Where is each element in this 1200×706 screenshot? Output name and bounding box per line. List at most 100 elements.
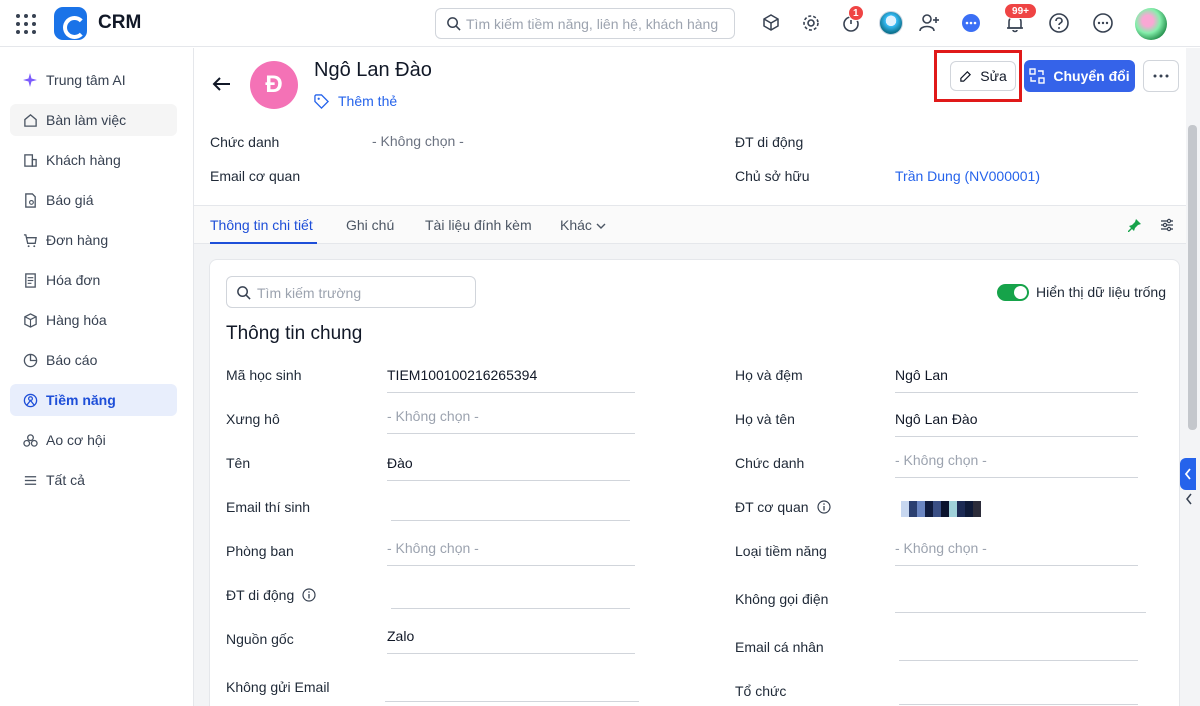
invoice-icon [22,272,38,288]
chevron-down-icon [596,223,606,229]
global-search[interactable] [435,8,735,39]
student-code-value: TIEM100100216265394 [387,367,538,383]
sidebar-item-opportunity-pool[interactable]: Ao cơ hội [10,424,177,456]
bell-badge: 99+ [1004,3,1037,19]
sidebar-item-customers[interactable]: Khách hàng [10,144,177,176]
chevron-left-icon [1186,493,1192,505]
show-empty-toggle[interactable] [997,284,1029,301]
add-tag-link[interactable]: Thêm thẻ [314,93,397,109]
field-label: ĐT di động [226,587,316,603]
field-value[interactable]: - Không chọn - [387,406,635,434]
info-icon[interactable] [816,500,831,514]
field-value[interactable]: Ngô Lan Đào [895,409,1138,437]
lead-name: Ngô Lan Đào [314,59,432,81]
more-apps-icon[interactable] [1091,11,1115,35]
field-label: Chức danh [735,455,805,471]
tab-attachments[interactable]: Tài liệu đính kèm [425,217,532,233]
summary-job-title-value[interactable]: - Không chọn - [372,133,464,149]
convert-button[interactable]: Chuyển đổi [1024,60,1135,92]
blurred-phone-number [901,501,981,517]
field-label-text: ĐT cơ quan [735,499,809,515]
search-icon [447,17,461,31]
sidebar-item-all[interactable]: Tất cả [10,464,177,496]
show-empty-label: Hiển thị dữ liệu trống [1036,284,1166,300]
back-arrow-icon[interactable] [210,72,234,96]
sidebar-item-quotes[interactable]: Báo giá [10,184,177,216]
info-icon[interactable] [302,588,316,602]
field-value[interactable] [899,633,1138,661]
convert-button-label: Chuyển đổi [1053,68,1130,84]
field-value[interactable]: Zalo [387,626,635,654]
field-value[interactable] [391,581,630,609]
field-label-text: ĐT di động [226,587,295,603]
sidebar: Trung tâm AI Bàn làm việc Khách hàng Báo… [0,48,194,706]
field-value[interactable]: Đào [387,453,630,481]
field-value[interactable]: Ngô Lan [895,365,1138,393]
field-label: Tên [226,455,251,471]
chevron-left-icon [1184,468,1191,480]
tab-notes[interactable]: Ghi chú [346,217,394,233]
field-value[interactable]: - Không chọn - [895,450,1138,478]
chat-icon[interactable] [959,11,983,35]
help-icon[interactable] [1047,11,1071,35]
sidebar-item-label: Bàn làm việc [46,112,127,128]
field-value[interactable] [895,585,1146,613]
summary-work-email-label: Email cơ quan [210,168,301,184]
field-label: Mã học sinh [226,367,302,383]
timer-badge: 1 [848,5,864,21]
field-value[interactable]: - Không chọn - [895,538,1138,566]
add-user-icon[interactable] [917,11,941,35]
field-value[interactable]: - Không chọn - [387,538,635,566]
sidebar-item-workspace[interactable]: Bàn làm việc [10,104,177,136]
field-value[interactable] [899,677,1138,705]
app-name: CRM [98,12,142,33]
sidebar-item-label: Đơn hàng [46,232,109,248]
cart-icon [22,232,38,248]
field-label: Loại tiềm năng [735,543,827,559]
owner-link[interactable]: Trần Dung (NV000001) [895,168,1040,184]
sidebar-item-label: Tiềm năng [46,392,116,408]
field-value-work-phone[interactable] [895,497,1138,525]
tab-details[interactable]: Thông tin chi tiết [210,217,313,233]
building-icon [22,152,38,168]
section-title: Thông tin chung [226,323,363,344]
edit-button[interactable]: Sửa [950,61,1016,91]
sidebar-item-reports[interactable]: Báo cáo [10,344,177,376]
sidebar-item-products[interactable]: Hàng hóa [10,304,177,336]
add-tag-label: Thêm thẻ [338,93,398,109]
global-search-input[interactable] [466,14,728,34]
collapse-panel-handle[interactable] [1180,458,1196,490]
settings-gear-icon[interactable] [799,11,823,35]
field-value[interactable]: TIEM100100216265394 [387,365,635,393]
field-label: ĐT cơ quan [735,499,831,515]
quote-doc-icon [22,192,38,208]
sidebar-item-label: Tất cả [46,472,85,488]
field-value[interactable] [391,493,630,521]
box-search-icon[interactable] [759,11,783,35]
lead-avatar: Đ [250,61,298,109]
more-actions-button[interactable] [1143,60,1179,92]
sidebar-item-leads[interactable]: Tiềm năng [10,384,177,416]
field-label: Nguồn gốc [226,631,294,647]
filter-settings-icon[interactable] [1159,217,1175,233]
scrollbar-thumb[interactable] [1188,125,1197,430]
tab-more-label: Khác [560,217,592,233]
crm-logo-icon[interactable] [54,7,87,40]
field-search[interactable] [226,276,476,308]
assistant-avatar[interactable] [879,11,903,35]
field-value[interactable] [385,674,639,702]
sidebar-item-ai-center[interactable]: Trung tâm AI [10,64,177,96]
app-launcher-icon[interactable] [16,14,36,34]
sidebar-item-invoices[interactable]: Hóa đơn [10,264,177,296]
user-avatar[interactable] [1135,8,1167,40]
expand-panel-handle[interactable] [1182,489,1196,509]
tab-bar: Thông tin chi tiết Ghi chú Tài liệu đính… [194,205,1186,244]
sidebar-item-label: Trung tâm AI [46,72,126,88]
field-label: Tổ chức [735,683,787,699]
sidebar-item-orders[interactable]: Đơn hàng [10,224,177,256]
field-search-input[interactable] [257,283,469,303]
top-bar: CRM 1 99+ [0,0,1200,47]
tab-more[interactable]: Khác [560,217,606,233]
field-label: Họ và tên [735,411,795,427]
pin-icon[interactable] [1127,217,1143,233]
